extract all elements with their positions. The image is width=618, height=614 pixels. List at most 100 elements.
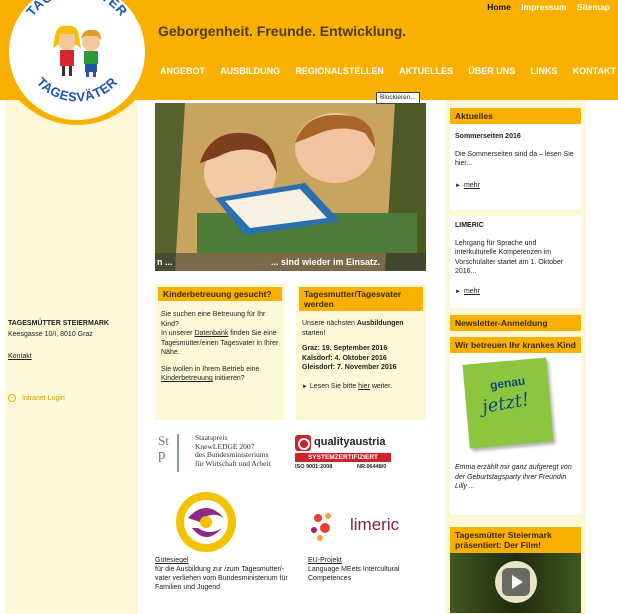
- arrow-right-icon: ►: [455, 182, 461, 189]
- guetesiegel-block: Gütesiegel für die Ausbildung zur /zum T…: [155, 556, 290, 592]
- sick-child-box: Wir betreuen Ihr krankes Kind genau jetz…: [450, 337, 581, 515]
- arrow-right-icon: ►: [302, 383, 308, 390]
- staatspreis-text: Staatspreis KnewLEDGE 2007 des Bundesmin…: [195, 433, 271, 468]
- date-gleisdorf: Gleisdorf: 7. November 2016: [302, 364, 397, 371]
- play-button[interactable]: [502, 568, 530, 596]
- news2-text: Lehrgang für Sprache und interkulturelle…: [455, 239, 564, 276]
- org-address: Keesgasse 10/I, 8010 Graz: [8, 331, 93, 338]
- kb-text-1: Sie suchen eine Betreuung für Ihr Kind?: [161, 311, 266, 328]
- logo[interactable]: TAGESMÜTTER TAGESVÄTER: [9, 0, 145, 120]
- ausbildung-box: Tagesmutter/Tagesvater werden Unsere näc…: [296, 284, 426, 420]
- euprojekt-block: EU-Projekt Language MEets Intercultural …: [308, 556, 418, 583]
- limeric-dots-icon: [311, 513, 331, 541]
- nav-item-angebot[interactable]: ANGEBOT: [158, 66, 207, 76]
- datenbank-link[interactable]: Datenbank: [194, 330, 228, 337]
- news1-text: Die Sommerseiten sind da – lesen Sie hie…: [455, 150, 574, 168]
- ab-text-1: Unsere nächsten: [302, 320, 355, 327]
- hero-caption-left: n ...: [157, 257, 173, 267]
- date-graz: Graz: 19. September 2016: [302, 345, 388, 352]
- hero-image: n ... ... sind wieder im Einsatz.: [155, 103, 426, 271]
- nav-item-ausbildung[interactable]: AUSBILDUNG: [218, 66, 282, 76]
- euprojekt-link[interactable]: EU-Projekt: [308, 556, 418, 565]
- sticky-text-bottom: jetzt!: [480, 389, 531, 418]
- top-link-home[interactable]: Home: [487, 2, 511, 12]
- qualityaustria-bar: SYSTEMZERTIFIZIERT: [295, 453, 391, 462]
- logo-graphic: TAGESMÜTTER TAGESVÄTER: [23, 0, 130, 105]
- guetesiegel-link[interactable]: Gütesiegel: [155, 556, 290, 565]
- ab-text-2: starten!: [302, 329, 326, 337]
- kinderbetreuung-link[interactable]: Kinderbetreuung: [161, 375, 213, 382]
- kinderbetreuung-title: Kinderbetreuung gesucht?: [158, 287, 282, 301]
- news1-title[interactable]: Sommerseiten 2016: [455, 132, 576, 142]
- limeric-wordmark: limeric: [350, 515, 400, 534]
- news1-more-label: mehr: [463, 181, 480, 189]
- qualityaustria-name: qualityaustria: [314, 436, 386, 448]
- guetesiegel-text: für die Ausbildung zur /zum Tagesmutter/…: [155, 566, 288, 591]
- limeric-logo[interactable]: limeric: [308, 510, 418, 545]
- hero-photo: n ... ... sind wieder im Einsatz.: [155, 103, 426, 271]
- staatspreis-mark-p: p: [158, 447, 166, 463]
- film-title: Tagesmütter Steiermark präsentiert: Der …: [450, 527, 581, 553]
- ab-text-bold: Ausbildungen: [356, 320, 404, 327]
- nav-item-aktuelles[interactable]: AKTUELLES: [397, 66, 455, 76]
- aktuelles-title: Aktuelles: [450, 108, 581, 124]
- news-item-1: Sommerseiten 2016 Die Sommerseiten sind …: [450, 124, 581, 210]
- nav-item-links[interactable]: LINKS: [528, 66, 559, 76]
- qualityaustria-icon: [295, 435, 311, 451]
- logo-text-top: TAGESMÜTTER: [23, 0, 130, 19]
- staatspreis-logo[interactable]: St p Staatspreis KnewLEDGE 2007 des Bund…: [155, 432, 287, 477]
- news2-title[interactable]: LIMERIC: [455, 221, 576, 231]
- hero-caption-right: ... sind wieder im Einsatz.: [271, 257, 380, 267]
- kb-text-2: In unserer: [161, 330, 193, 337]
- news2-more-label: mehr: [463, 287, 480, 295]
- slogan: Geborgenheit. Freunde. Entwicklung.: [158, 23, 407, 39]
- nav-item-ueber-uns[interactable]: ÜBER UNS: [466, 66, 517, 76]
- sick-child-body: genau jetzt! Emma erzählt mir ganz aufge…: [450, 353, 581, 515]
- login-ring-icon: [8, 394, 16, 402]
- intranet-login-label: Intranet Login: [22, 394, 65, 402]
- popup-block-button[interactable]: Blockieren...: [376, 92, 420, 104]
- film-video[interactable]: [450, 553, 581, 613]
- nav-item-kontakt[interactable]: KONTAKT: [571, 66, 618, 76]
- ab-more-a: Lesen Sie bitte: [309, 382, 357, 390]
- qualityaustria-logo[interactable]: qualityaustria SYSTEMZERTIFIZIERT ISO 90…: [295, 435, 395, 477]
- ausbildung-body: Unsere nächsten Ausbildungen starten! Gr…: [296, 311, 426, 397]
- kb-text-5: initiieren?: [214, 375, 245, 382]
- staatspreis-mark: St: [158, 433, 169, 448]
- film-box: Tagesmütter Steiermark präsentiert: Der …: [450, 527, 581, 613]
- hier-link[interactable]: hier: [358, 383, 370, 390]
- guetesiegel-logo[interactable]: [170, 488, 242, 556]
- svg-text:TAGESMÜTTER: TAGESMÜTTER: [23, 0, 130, 19]
- sick-child-text: Emma erzählt mir ganz aufgeregt von der …: [455, 464, 572, 490]
- logo-text-bottom: TAGESVÄTER: [34, 74, 120, 105]
- news1-more-link[interactable]: ► mehr: [455, 181, 576, 192]
- kontakt-link[interactable]: Kontakt: [8, 353, 32, 360]
- nav-item-regionalstellen[interactable]: REGIONALSTELLEN: [293, 66, 386, 76]
- qualityaustria-iso: ISO 9001:2008: [295, 464, 333, 470]
- play-icon: [512, 575, 523, 589]
- kinderbetreuung-box: Kinderbetreuung gesucht? Sie suchen eine…: [155, 284, 285, 420]
- newsletter-link[interactable]: Newsletter-Anmeldung: [450, 315, 581, 331]
- date-kalsdorf: Kalsdorf: 4. Oktober 2016: [302, 354, 387, 362]
- staatspreis-divider: [177, 434, 179, 472]
- ab-more-b: weiter.: [371, 382, 393, 390]
- main-nav: ANGEBOT AUSBILDUNG REGIONALSTELLEN AKTUE…: [158, 66, 618, 76]
- org-name: TAGESMÜTTER STEIERMARK: [8, 320, 109, 327]
- news-item-2: LIMERIC Lehrgang für Sprache und interku…: [450, 216, 581, 308]
- intranet-login-link[interactable]: Intranet Login: [8, 394, 65, 402]
- aktuelles-box: Aktuelles Sommerseiten 2016 Die Sommerse…: [450, 108, 581, 308]
- svg-text:TAGESVÄTER: TAGESVÄTER: [34, 74, 121, 105]
- staatspreis-line-4: für Wirtschaft und Arbeit: [195, 458, 271, 468]
- top-link-sitemap[interactable]: Sitemap: [577, 2, 610, 12]
- ausbildung-title: Tagesmutter/Tagesvater werden: [299, 287, 423, 311]
- genau-jetzt-sticky[interactable]: genau jetzt!: [460, 357, 560, 457]
- kb-text-4: Sie wollen in Ihrem Betrieb eine: [161, 365, 260, 373]
- guetesiegel-seal-icon: [176, 492, 236, 552]
- arrow-right-icon: ►: [455, 288, 461, 295]
- top-link-impressum[interactable]: Impressum: [521, 2, 566, 12]
- qualityaustria-nr: NR.06448/0: [357, 464, 387, 470]
- sick-child-title: Wir betreuen Ihr krankes Kind: [450, 337, 581, 353]
- kinderbetreuung-body: Sie suchen eine Betreuung für Ihr Kind? …: [155, 301, 285, 389]
- news2-more-link[interactable]: ► mehr: [455, 287, 576, 298]
- top-links: Home Impressum Sitemap: [479, 2, 610, 12]
